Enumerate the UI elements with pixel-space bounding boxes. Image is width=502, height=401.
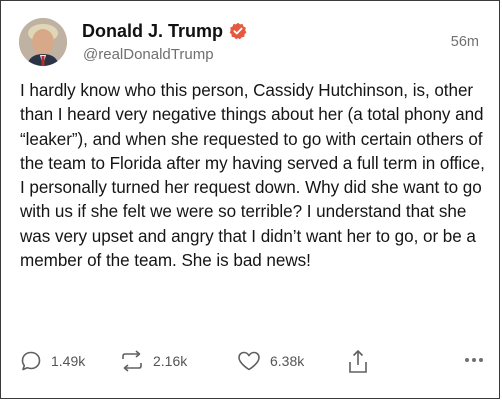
reply-bubble-icon <box>19 349 43 373</box>
dot <box>472 358 476 362</box>
heart-icon <box>236 349 262 373</box>
retruth-button[interactable]: 2.16k <box>119 349 187 373</box>
user-handle[interactable]: @realDonaldTrump <box>83 46 214 64</box>
reply-count: 1.49k <box>51 353 86 369</box>
share-button[interactable] <box>347 349 369 375</box>
like-button[interactable]: 6.38k <box>236 349 304 373</box>
more-dots-icon[interactable] <box>465 358 483 362</box>
post-card: Donald J. Trump @realDonaldTrump 56m I h… <box>0 0 500 399</box>
action-bar: 1.49k 2.16k 6.38k <box>19 349 485 375</box>
dot <box>465 358 469 362</box>
post-text: I hardly know who this person, Cassidy H… <box>20 81 485 271</box>
like-count: 6.38k <box>270 353 305 369</box>
name-row: Donald J. Trump <box>82 20 247 42</box>
share-upload-icon <box>347 349 369 375</box>
avatar[interactable] <box>19 18 67 66</box>
display-name[interactable]: Donald J. Trump <box>82 20 223 42</box>
retruth-arrows-icon <box>119 349 145 373</box>
retruth-count: 2.16k <box>153 353 188 369</box>
post-timestamp[interactable]: 56m <box>451 34 479 50</box>
reply-button[interactable]: 1.49k <box>19 349 85 373</box>
dot <box>479 358 483 362</box>
verified-badge-icon <box>229 22 247 40</box>
